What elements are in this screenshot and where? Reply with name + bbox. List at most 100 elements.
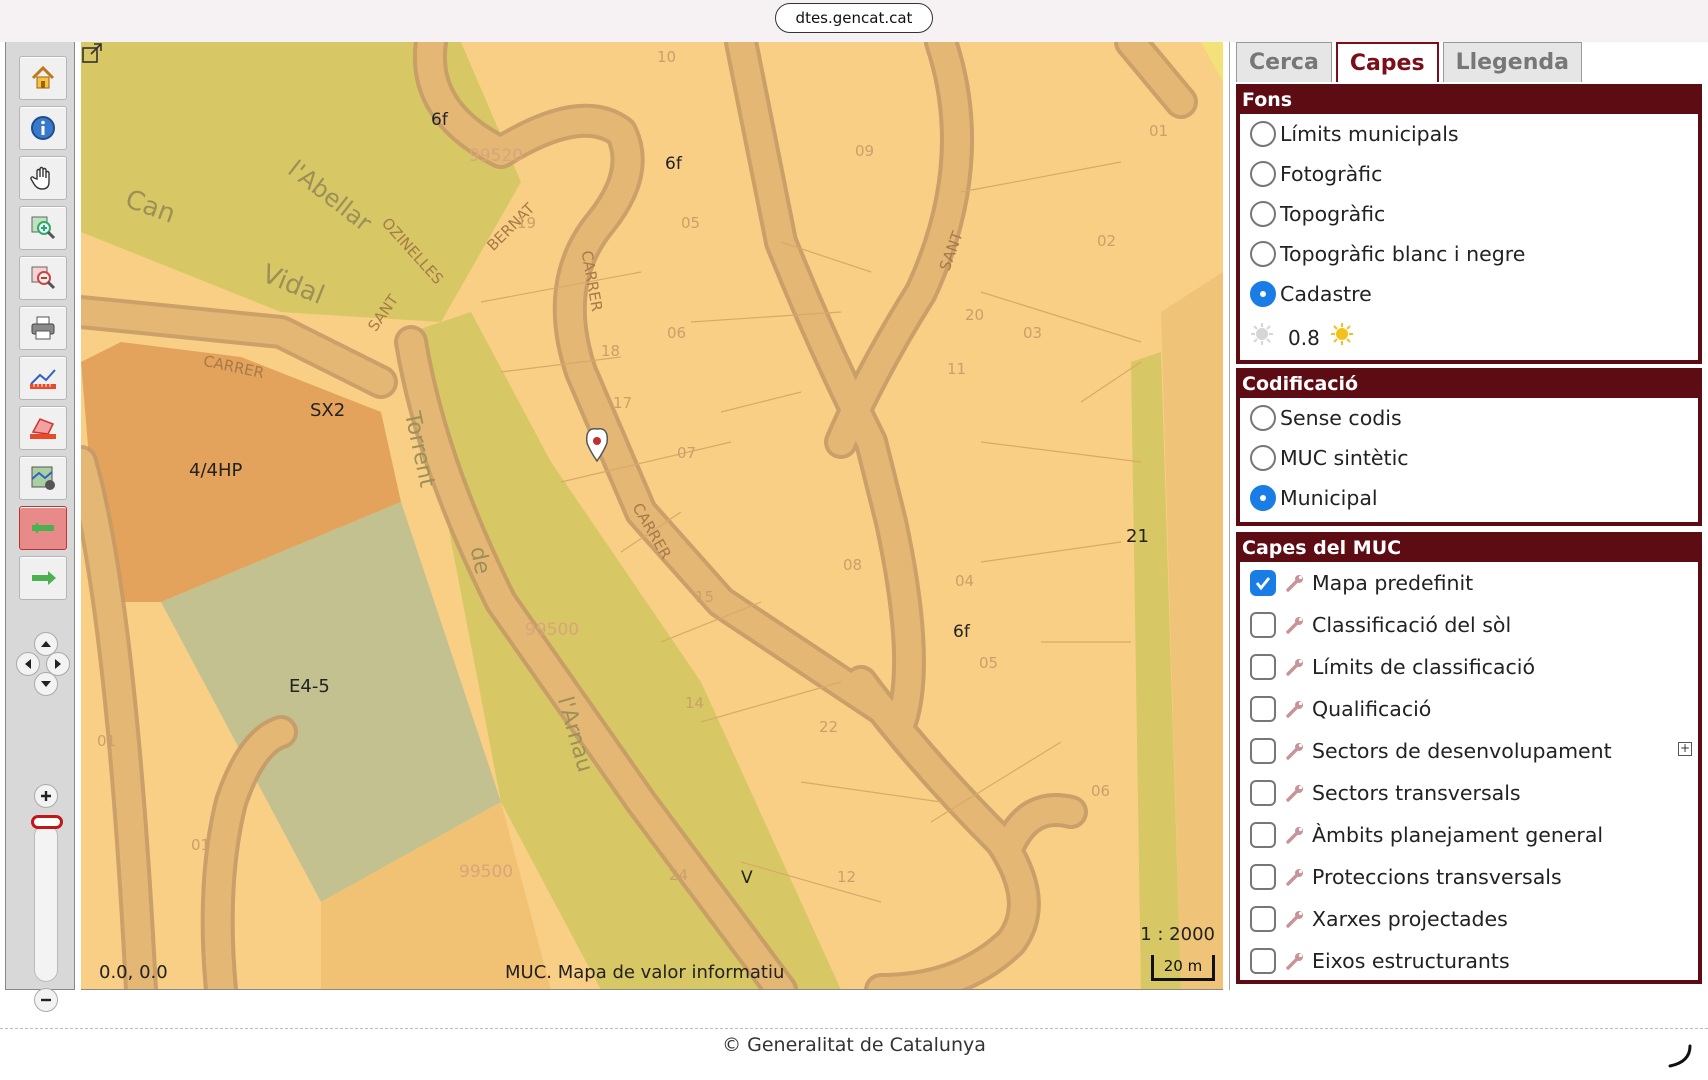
layer-item[interactable]: Qualificació bbox=[1240, 688, 1698, 730]
parcel-label: 99520 bbox=[469, 146, 524, 166]
footer-copyright: © Generalitat de Catalunya bbox=[722, 1034, 986, 1056]
zoom-slider[interactable] bbox=[34, 824, 58, 982]
checkbox[interactable] bbox=[1250, 612, 1276, 638]
layer-item[interactable]: Proteccions transversals bbox=[1240, 856, 1698, 898]
zone-label: E4-5 bbox=[289, 676, 330, 697]
zoom-in-tool-button[interactable] bbox=[19, 206, 67, 250]
parcel-label: 19 bbox=[517, 214, 537, 232]
parcel-label: 07 bbox=[677, 444, 697, 462]
wrench-icon[interactable] bbox=[1284, 614, 1306, 636]
checkbox[interactable] bbox=[1250, 738, 1276, 764]
layer-item[interactable]: Eixos estructurants bbox=[1240, 940, 1698, 982]
checkbox-checked[interactable] bbox=[1250, 570, 1276, 596]
basemap-option[interactable]: Límits municipals bbox=[1240, 114, 1698, 154]
tab-llegenda[interactable]: Llegenda bbox=[1442, 42, 1582, 82]
next-view-button[interactable] bbox=[19, 556, 67, 600]
parcel-label: 18 bbox=[601, 342, 621, 360]
checkbox[interactable] bbox=[1250, 822, 1276, 848]
print-button[interactable] bbox=[19, 306, 67, 350]
basemap-option[interactable]: Topogràfic blanc i negre bbox=[1240, 234, 1698, 274]
wrench-icon[interactable] bbox=[1284, 950, 1306, 972]
zoom-out-button[interactable] bbox=[34, 988, 58, 1012]
coding-option[interactable]: MUC sintètic bbox=[1240, 438, 1698, 478]
zoom-slider-handle[interactable] bbox=[31, 815, 63, 829]
layer-item[interactable]: Xarxes projectades bbox=[1240, 898, 1698, 940]
place-label: de bbox=[464, 544, 495, 577]
map-export-icon bbox=[31, 466, 55, 490]
parcel-label: 06 bbox=[1091, 782, 1111, 800]
radio-button[interactable] bbox=[1250, 121, 1276, 147]
parcel-label: 14 bbox=[685, 694, 705, 712]
checkbox[interactable] bbox=[1250, 780, 1276, 806]
parcel-label: 05 bbox=[979, 654, 999, 672]
checkbox[interactable] bbox=[1250, 948, 1276, 974]
basemap-option[interactable]: Cadastre bbox=[1240, 274, 1698, 314]
measure-area-button[interactable] bbox=[19, 406, 67, 450]
chevron-left-icon bbox=[25, 659, 31, 669]
url-bar[interactable]: dtes.gencat.cat bbox=[775, 3, 933, 33]
sun-dim-icon[interactable] bbox=[1250, 322, 1274, 346]
coding-option[interactable]: Municipal bbox=[1240, 478, 1698, 518]
parcel-label: 09 bbox=[855, 142, 875, 160]
home-button[interactable] bbox=[19, 56, 67, 100]
radio-button-selected[interactable] bbox=[1250, 281, 1276, 307]
wrench-icon[interactable] bbox=[1284, 572, 1306, 594]
wrench-icon[interactable] bbox=[1284, 782, 1306, 804]
checkbox[interactable] bbox=[1250, 654, 1276, 680]
layer-item[interactable]: Àmbits planejament general bbox=[1240, 814, 1698, 856]
coding-option[interactable]: Sense codis bbox=[1240, 398, 1698, 438]
map-export-button[interactable] bbox=[19, 456, 67, 500]
layer-item[interactable]: Límits de classificació bbox=[1240, 646, 1698, 688]
layer-item[interactable]: Sectors transversals bbox=[1240, 772, 1698, 814]
zoom-in-button[interactable] bbox=[34, 784, 58, 808]
sun-bright-icon[interactable] bbox=[1330, 322, 1354, 346]
loading-spinner-icon bbox=[1668, 1044, 1692, 1068]
checkbox[interactable] bbox=[1250, 696, 1276, 722]
capes-muc-section: Capes del MUC Mapa predefinit Classifica… bbox=[1236, 532, 1702, 984]
radio-button-selected[interactable] bbox=[1250, 485, 1276, 511]
wrench-icon[interactable] bbox=[1284, 824, 1306, 846]
pan-left-button[interactable] bbox=[16, 652, 40, 676]
basemap-option[interactable]: Topogràfic bbox=[1240, 194, 1698, 234]
printer-icon bbox=[31, 316, 55, 340]
wrench-icon[interactable] bbox=[1284, 740, 1306, 762]
popout-icon[interactable] bbox=[81, 42, 103, 64]
wrench-icon[interactable] bbox=[1284, 698, 1306, 720]
previous-view-button[interactable] bbox=[19, 506, 67, 550]
parcel-label: 99500 bbox=[459, 862, 514, 882]
checkbox[interactable] bbox=[1250, 864, 1276, 890]
radio-button[interactable] bbox=[1250, 405, 1276, 431]
zone-label: V bbox=[741, 868, 753, 888]
basemap-option[interactable]: Fotogràfic bbox=[1240, 154, 1698, 194]
pan-button[interactable] bbox=[19, 156, 67, 200]
wrench-icon[interactable] bbox=[1284, 656, 1306, 678]
map-canvas[interactable]: 4/4HP E4-5 SX2 21 6f 6f 6f V Can Vidal l… bbox=[81, 42, 1223, 990]
tab-cerca[interactable]: Cerca bbox=[1236, 42, 1332, 82]
fons-section: Fons Límits municipals Fotogràfic Topogr… bbox=[1236, 84, 1702, 364]
expand-button[interactable]: + bbox=[1678, 742, 1692, 756]
layer-label: Sectors transversals bbox=[1312, 781, 1521, 805]
radio-button[interactable] bbox=[1250, 201, 1276, 227]
wrench-icon[interactable] bbox=[1284, 866, 1306, 888]
wrench-icon[interactable] bbox=[1284, 908, 1306, 930]
section-title: Codificació bbox=[1240, 372, 1698, 398]
zone-label: 6f bbox=[431, 110, 448, 130]
measure-distance-button[interactable] bbox=[19, 356, 67, 400]
layer-item[interactable]: Classificació del sòl bbox=[1240, 604, 1698, 646]
checkmark-icon bbox=[1255, 577, 1271, 591]
radio-button[interactable] bbox=[1250, 445, 1276, 471]
radio-button[interactable] bbox=[1250, 241, 1276, 267]
info-button[interactable] bbox=[19, 106, 67, 150]
checkbox[interactable] bbox=[1250, 906, 1276, 932]
tab-capes[interactable]: Capes bbox=[1335, 42, 1439, 82]
pan-down-button[interactable] bbox=[34, 672, 58, 696]
zoom-out-tool-button[interactable] bbox=[19, 256, 67, 300]
layer-item[interactable]: Mapa predefinit bbox=[1240, 562, 1698, 604]
radio-button[interactable] bbox=[1250, 161, 1276, 187]
map-credit: MUC. Mapa de valor informatiu bbox=[505, 962, 785, 983]
option-label: Cadastre bbox=[1280, 282, 1372, 306]
option-label: MUC sintètic bbox=[1280, 446, 1409, 470]
ruler-icon bbox=[30, 369, 56, 389]
layer-item[interactable]: Sectors de desenvolupament + bbox=[1240, 730, 1698, 772]
plus-icon bbox=[41, 791, 51, 801]
